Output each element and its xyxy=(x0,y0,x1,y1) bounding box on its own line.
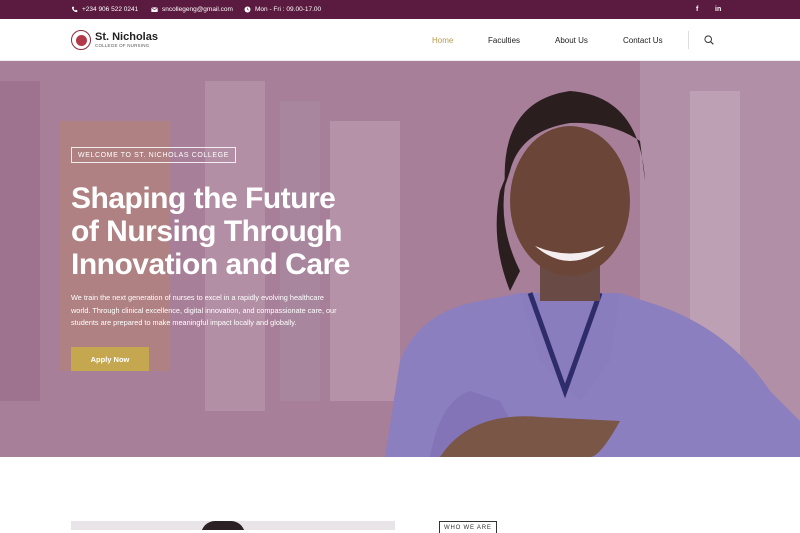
email-contact[interactable]: sncollegeng@gmail.com xyxy=(151,0,233,19)
nav-home[interactable]: Home xyxy=(432,36,453,45)
facebook-icon[interactable]: f xyxy=(696,0,698,19)
mail-icon xyxy=(151,7,158,12)
hero-title-line: Innovation and Care xyxy=(71,248,350,281)
nav-contact-us[interactable]: Contact Us xyxy=(623,36,663,45)
hero-title-line: Shaping the Future xyxy=(71,182,336,215)
hero-description-line: students are prepared to make meaningful… xyxy=(71,318,297,327)
nav-divider xyxy=(688,31,689,49)
email-address: sncollegeng@gmail.com xyxy=(162,6,233,13)
hero-section: WELCOME TO ST. NICHOLAS COLLEGE Shaping … xyxy=(0,61,800,457)
search-icon[interactable] xyxy=(704,35,714,45)
top-bar: +234 906 522 0241 sncollegeng@gmail.com … xyxy=(0,0,800,19)
nav-faculties[interactable]: Faculties xyxy=(488,36,520,45)
clock-icon xyxy=(244,6,251,13)
opening-hours: Mon - Fri : 09.00-17.00 xyxy=(244,0,321,19)
about-image xyxy=(71,521,395,530)
hero-description-line: world. Through clinical excellence, digi… xyxy=(71,305,337,315)
phone-contact[interactable]: +234 906 522 0241 xyxy=(71,0,138,19)
logo-subtitle: COLLEGE OF NURSING xyxy=(95,42,150,48)
site-header: St. Nicholas COLLEGE OF NURSING Home Fac… xyxy=(0,19,800,61)
apply-now-button[interactable]: Apply Now xyxy=(71,347,149,371)
phone-number: +234 906 522 0241 xyxy=(82,6,139,13)
who-we-are-label: WHO WE ARE xyxy=(439,521,497,533)
logo-name: St. Nicholas xyxy=(95,30,158,43)
hero-description-line: We train the next generation of nurses t… xyxy=(71,293,324,302)
nav-about-us[interactable]: About Us xyxy=(555,36,588,45)
welcome-badge: WELCOME TO ST. NICHOLAS COLLEGE xyxy=(71,147,236,163)
phone-icon xyxy=(71,6,78,13)
about-section: WHO WE ARE xyxy=(0,457,800,533)
hero-description: We train the next generation of nurses t… xyxy=(71,292,371,330)
linkedin-icon[interactable]: in xyxy=(715,0,721,19)
hero-title: Shaping the Future of Nursing Through In… xyxy=(71,182,381,281)
hero-title-line: of Nursing Through xyxy=(71,215,342,248)
college-crest-icon xyxy=(71,30,91,50)
site-logo[interactable]: St. Nicholas COLLEGE OF NURSING xyxy=(71,29,158,51)
hours-text: Mon - Fri : 09.00-17.00 xyxy=(255,6,322,13)
